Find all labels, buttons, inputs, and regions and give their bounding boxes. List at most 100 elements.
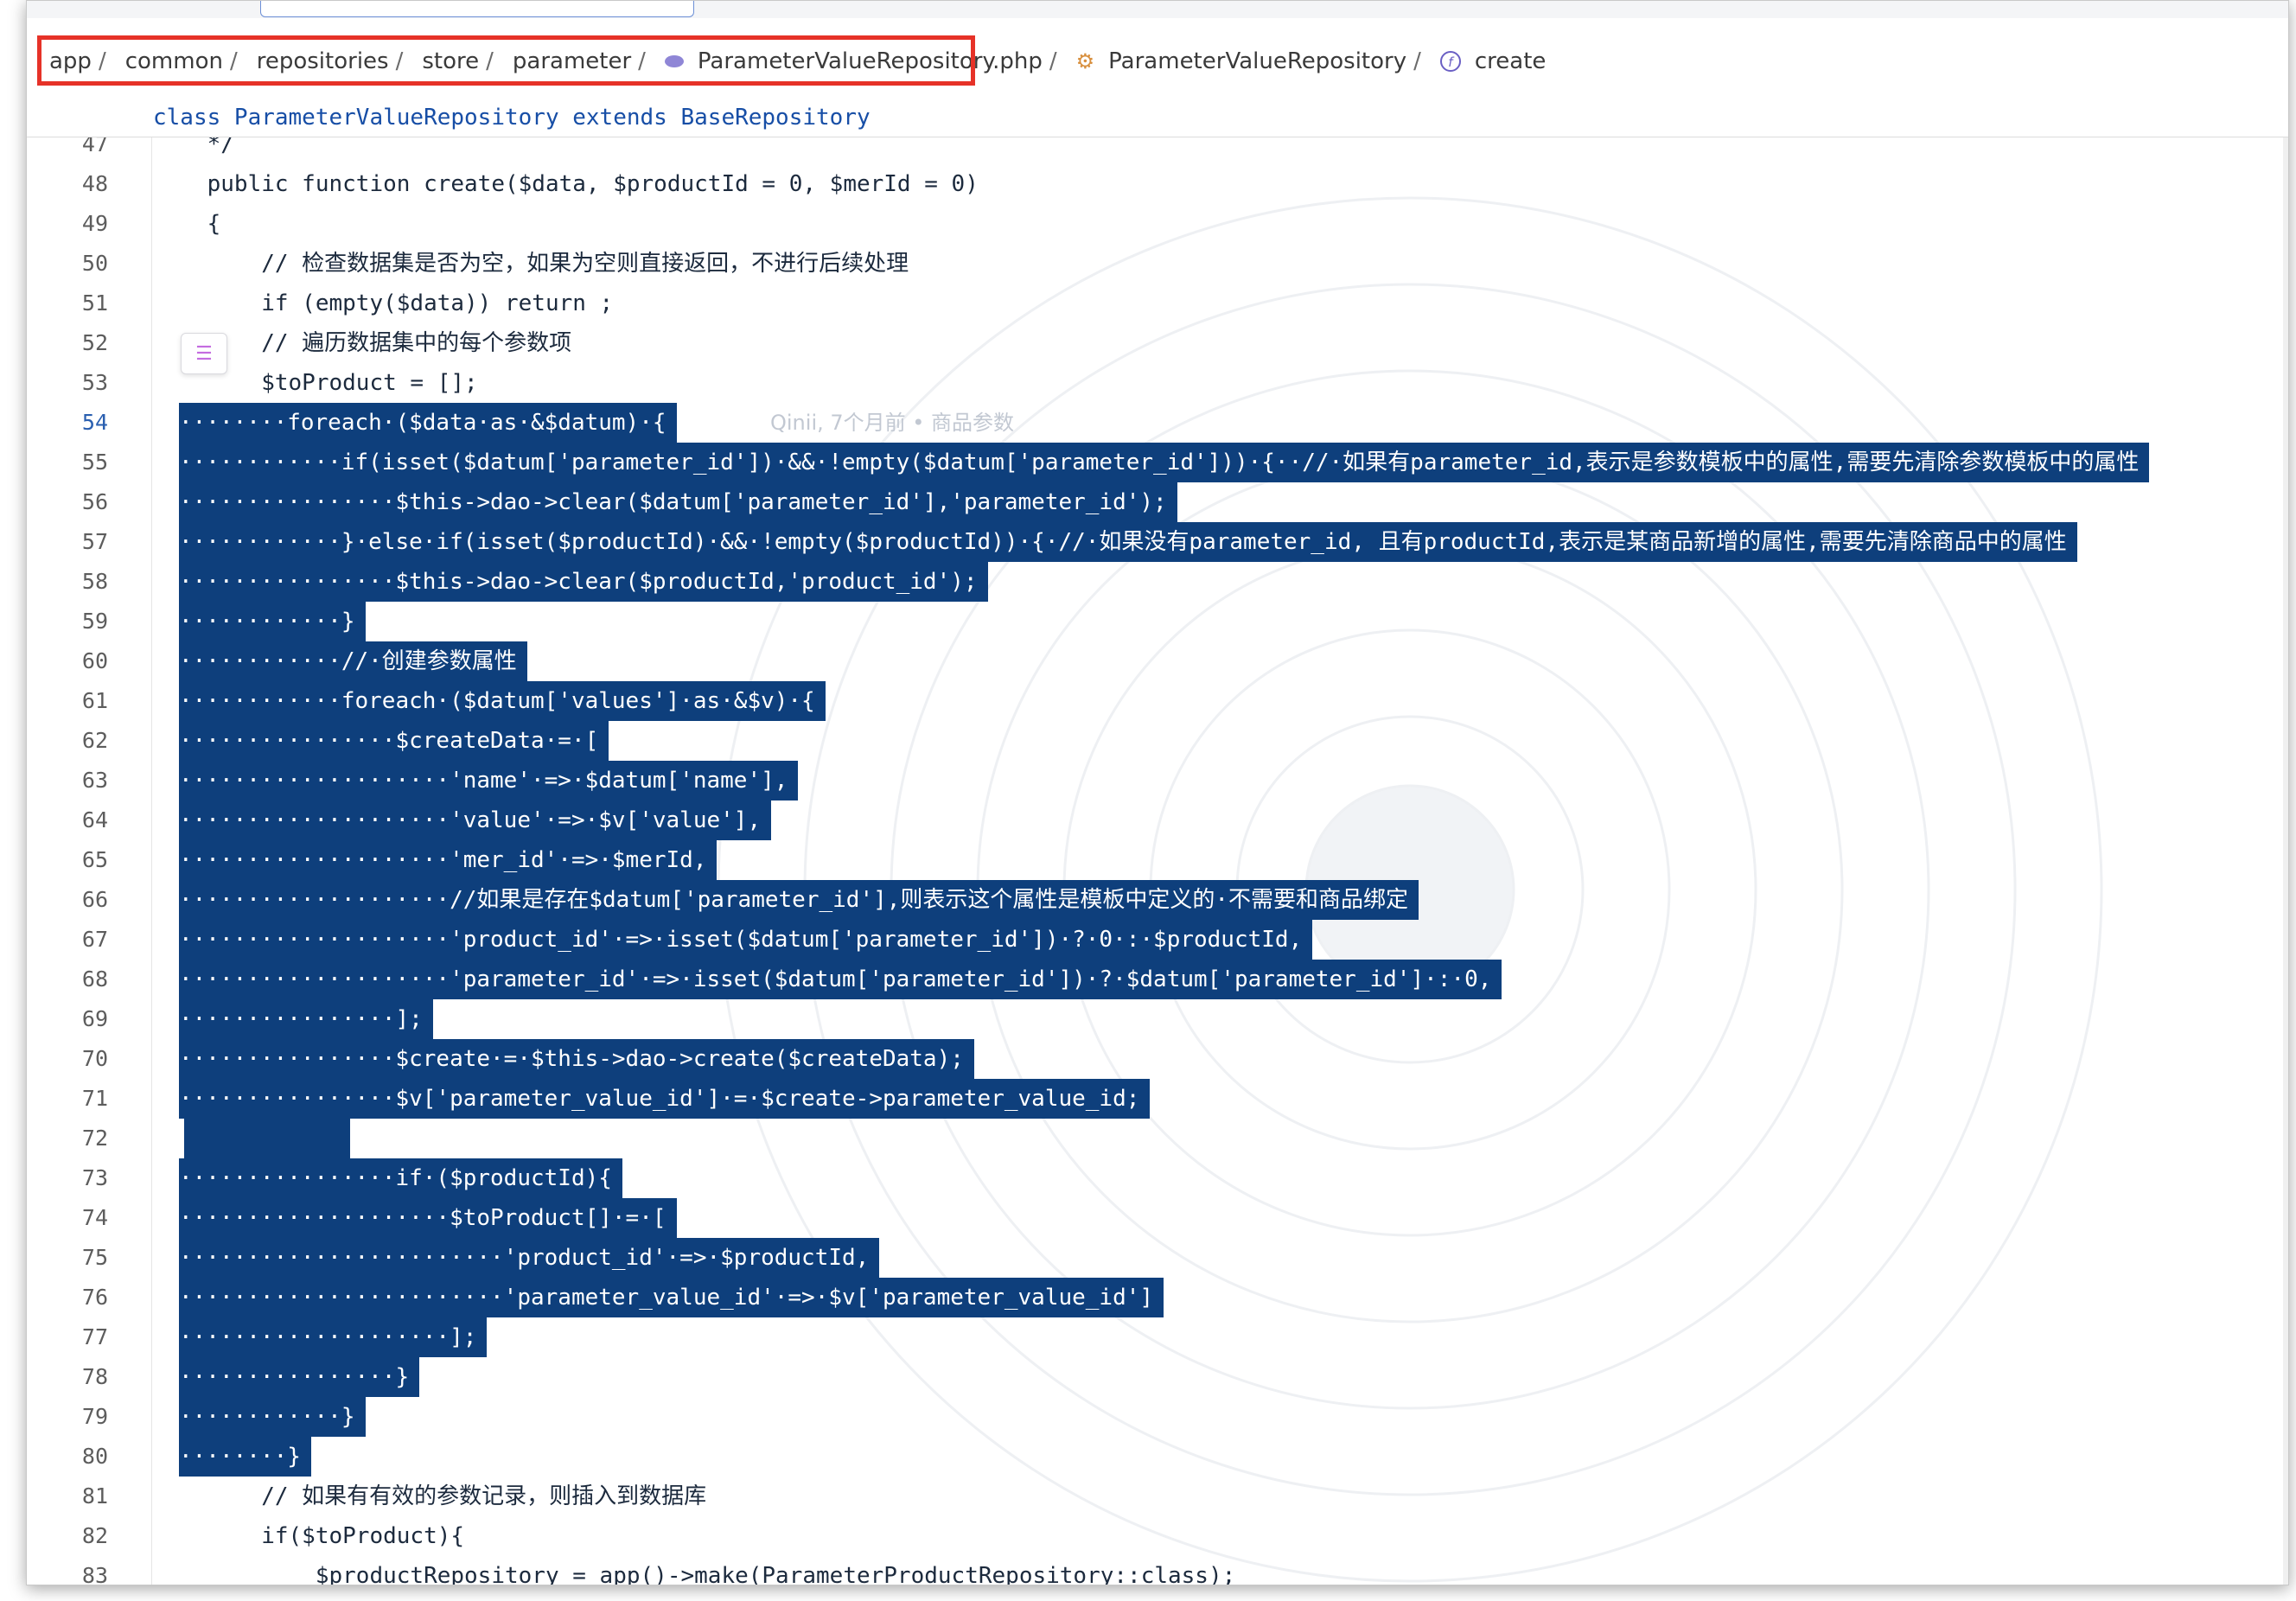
code-line[interactable]: 71 ················$v['parameter_value_id…	[27, 1079, 2283, 1119]
selected-code-text: ············foreach·($datum['values']·as…	[179, 681, 826, 721]
selected-code-text: ························'parameter_value…	[179, 1278, 1164, 1317]
editor-window: app / common / repositories / store / parame…	[26, 0, 2289, 1585]
line-number: 61	[81, 688, 108, 713]
code-line[interactable]: 49 {	[27, 204, 2283, 244]
code-line[interactable]: 72	[27, 1119, 2283, 1158]
selected-code-text: ····················];	[179, 1317, 488, 1357]
code-line[interactable]: 66 ····················//如果是存在$datum['par…	[27, 880, 2283, 920]
code-line[interactable]: 61 ············foreach·($datum['values']·…	[27, 681, 2283, 721]
line-number: 54	[81, 410, 108, 435]
vertical-scrollbar[interactable]	[2283, 137, 2288, 1585]
selected-code-text: ····················//如果是存在$datum['param…	[179, 880, 1419, 920]
code-line[interactable]: 69 ················];	[27, 999, 2283, 1039]
code-line[interactable]: 74 ····················$toProduct[]·=·[	[27, 1198, 2283, 1238]
code-line[interactable]: 83 $productRepository = app()->make(Para…	[27, 1556, 2283, 1585]
line-number: 76	[81, 1285, 108, 1310]
selected-code-text: ····················'parameter_id'·=>·is…	[179, 960, 1502, 999]
selected-code-text: ····················$toProduct[]·=·[	[179, 1198, 677, 1238]
git-blame-hint: Qinii, 7个月前 • 商品参数	[770, 411, 1015, 435]
line-number: 64	[81, 807, 108, 832]
annotation-highlight-box	[37, 35, 975, 86]
selected-code-text: ················$this->dao->clear($produ…	[179, 562, 988, 602]
code-line[interactable]: 55 ············if(isset($datum['parameter…	[27, 443, 2283, 482]
code-line[interactable]: 58 ················$this->dao->clear($pro…	[27, 562, 2283, 602]
code-line[interactable]: 65 ····················'mer_id'·=>·$merId…	[27, 840, 2283, 880]
code-line[interactable]: 70 ················$create·=·$this->dao->…	[27, 1039, 2283, 1079]
line-number: 80	[81, 1444, 108, 1469]
code-line[interactable]: 52 // 遍历数据集中的每个参数项	[27, 323, 2283, 363]
code-line[interactable]: 56 ················$this->dao->clear($dat…	[27, 482, 2283, 522]
code-text: if($toProduct){	[153, 1523, 465, 1549]
breadcrumb-separator: /	[1413, 48, 1421, 74]
code-line[interactable]: 60 ············//·创建参数属性	[27, 641, 2283, 681]
line-number: 52	[81, 330, 108, 355]
code-line[interactable]: 80 ········}	[27, 1437, 2283, 1477]
line-number: 81	[81, 1483, 108, 1509]
code-text: public function create($data, $productId…	[153, 171, 979, 197]
line-number: 66	[81, 887, 108, 912]
breadcrumb-label: ParameterValueRepository	[1108, 48, 1407, 74]
line-number: 55	[81, 450, 108, 475]
code-text: // 如果有有效的参数记录，则插入到数据库	[153, 1483, 707, 1509]
line-number: 68	[81, 966, 108, 992]
code-line[interactable]: 53 $toProduct = [];	[27, 363, 2283, 403]
code-line[interactable]: 47 */	[27, 137, 2283, 164]
code-line[interactable]: 63 ····················'name'·=>·$datum['…	[27, 761, 2283, 800]
tab-active-file[interactable]	[260, 1, 694, 17]
tab-strip	[27, 1, 2288, 18]
line-number: 49	[81, 211, 108, 236]
selected-code-text: ····················'mer_id'·=>·$merId,	[179, 840, 718, 880]
line-number: 48	[81, 171, 108, 196]
code-line[interactable]: 76 ························'parameter_val…	[27, 1278, 2283, 1317]
code-line[interactable]: 77 ····················];	[27, 1317, 2283, 1357]
line-number: 75	[81, 1245, 108, 1270]
code-line[interactable]: 64 ····················'value'·=>·$v['val…	[27, 800, 2283, 840]
line-number: 53	[81, 370, 108, 395]
line-number: 82	[81, 1523, 108, 1548]
code-line[interactable]: 50 // 检查数据集是否为空，如果为空则直接返回，不进行后续处理	[27, 244, 2283, 284]
ai-action-icon[interactable]: ☰	[181, 333, 227, 374]
code-line[interactable]: 48 public function create($data, $produc…	[27, 164, 2283, 204]
selected-code-text: ············}	[179, 602, 366, 641]
selected-code-text: ····················'name'·=>·$datum['na…	[179, 761, 799, 800]
line-number: 62	[81, 728, 108, 753]
line-number: 69	[81, 1006, 108, 1031]
selected-code-text: ············}·else·if(isset($productId)·…	[179, 522, 2077, 562]
code-line[interactable]: 57 ············}·else·if(isset($productId…	[27, 522, 2283, 562]
line-number: 83	[81, 1563, 108, 1585]
class-icon: ⚙	[1075, 49, 1095, 73]
code-line[interactable]: 75 ························'product_id'·=…	[27, 1238, 2283, 1278]
selected-code-text: ················$this->dao->clear($datum…	[179, 482, 1177, 522]
code-line[interactable]: 68 ····················'parameter_id'·=>·…	[27, 960, 2283, 999]
code-line[interactable]: 73 ················if·($productId){	[27, 1158, 2283, 1198]
line-number: 78	[81, 1364, 108, 1389]
code-line[interactable]: 67 ····················'product_id'·=>·is…	[27, 920, 2283, 960]
code-line[interactable]: 78 ················}	[27, 1357, 2283, 1397]
code-line[interactable]: 54 ········foreach·($data·as·&$datum)·{	[27, 403, 2283, 443]
selected-code-text	[184, 1119, 350, 1158]
code-line[interactable]: 51 if (empty($data)) return ;	[27, 284, 2283, 323]
line-number: 65	[81, 847, 108, 872]
line-number: 70	[81, 1046, 108, 1071]
line-number: 60	[81, 648, 108, 673]
code-line[interactable]: 79 ············}	[27, 1397, 2283, 1437]
line-number: 57	[81, 529, 108, 554]
selected-code-text: ················$createData·=·[	[179, 721, 609, 761]
code-text: */	[153, 137, 234, 157]
line-number: 74	[81, 1205, 108, 1230]
code-line[interactable]: 81 // 如果有有效的参数记录，则插入到数据库	[27, 1477, 2283, 1516]
sticky-class-header[interactable]: class ParameterValueRepository extends B…	[27, 98, 2288, 137]
line-number: 56	[81, 489, 108, 514]
line-number: 59	[81, 609, 108, 634]
line-number: 73	[81, 1165, 108, 1190]
selected-code-text: ················$create·=·$this->dao->cr…	[179, 1039, 974, 1079]
code-text: if (empty($data)) return ;	[153, 290, 614, 316]
line-number: 71	[81, 1086, 108, 1111]
breadcrumb-item-method[interactable]: f create	[1439, 48, 1546, 74]
code-line[interactable]: 82 if($toProduct){	[27, 1516, 2283, 1556]
code-line[interactable]: 62 ················$createData·=·[	[27, 721, 2283, 761]
selected-code-text: ····················'value'·=>·$v['value…	[179, 800, 772, 840]
breadcrumb-item-class[interactable]: ⚙ ParameterValueRepository /	[1076, 48, 1440, 74]
code-line[interactable]: 59 ············}	[27, 602, 2283, 641]
code-editor[interactable]: 47 */48 public function create($data, $p…	[27, 137, 2283, 1585]
